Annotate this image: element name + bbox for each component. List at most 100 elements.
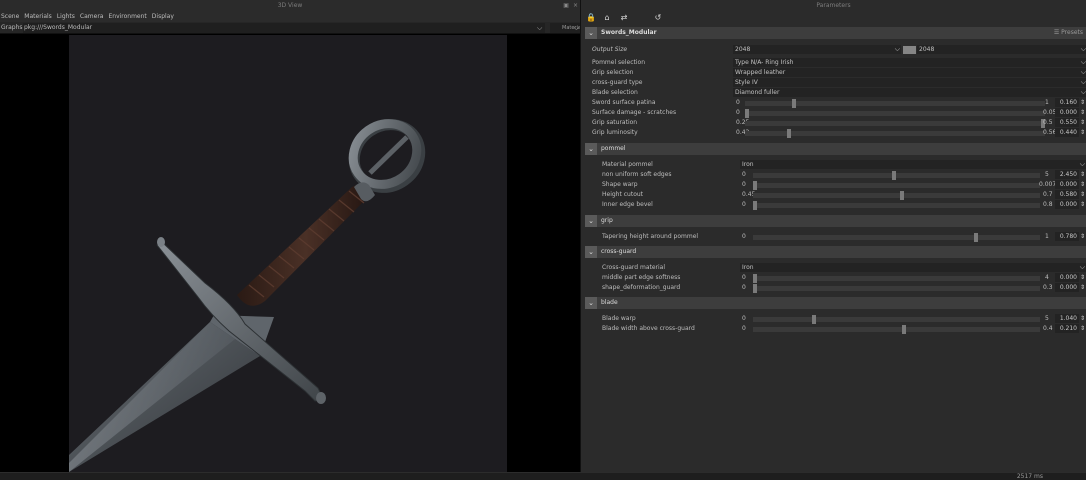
slider-thumb[interactable]: [900, 191, 904, 200]
pommel-selection-dropdown[interactable]: Type N/A- Ring Irish ⌵: [733, 58, 1086, 67]
presets-button[interactable]: ☰ Presets: [1054, 27, 1083, 39]
slider-track[interactable]: [753, 315, 1040, 324]
randomize-icon[interactable]: ⇄: [619, 13, 629, 23]
slider-value-input[interactable]: 0.210: [1055, 324, 1079, 333]
slider-track[interactable]: [745, 129, 1045, 138]
spin-icon[interactable]: ⇕: [1080, 232, 1085, 242]
spin-icon[interactable]: ⇕: [1080, 283, 1085, 293]
blade-selection-label: Blade selection: [592, 89, 638, 96]
section-header-crossguard[interactable]: ⌄ cross-guard: [585, 246, 1086, 258]
spin-icon[interactable]: ⇕: [1080, 273, 1085, 283]
slider-thumb[interactable]: [753, 201, 757, 210]
output-size-height-dropdown[interactable]: 2048 ⌵: [917, 45, 1086, 54]
slider-value-input[interactable]: 0.580: [1055, 190, 1079, 199]
spin-icon[interactable]: ⇕: [1080, 118, 1085, 128]
section-header-blade[interactable]: ⌄ blade: [585, 297, 1086, 309]
spin-icon[interactable]: ⇕: [1080, 180, 1085, 190]
chevron-down-icon: ⌵: [1080, 78, 1086, 86]
section-header-pommel[interactable]: ⌄ pommel: [585, 143, 1086, 155]
spin-icon[interactable]: ⇕: [1080, 314, 1085, 324]
lock-icon[interactable]: 🔒: [586, 13, 596, 23]
slider-value-input[interactable]: 0.000: [1055, 200, 1079, 209]
crossguard-type-dropdown[interactable]: Style IV ⌵: [733, 78, 1086, 87]
graph-path-dropdown[interactable]: pkg:///Swords_Modular: [23, 23, 545, 33]
slider-track[interactable]: [753, 274, 1040, 283]
blade-selection-row: Blade selection Diamond fuller ⌵: [592, 88, 1086, 98]
3d-viewport[interactable]: [69, 35, 507, 472]
unlock-icon[interactable]: ⌂: [602, 13, 612, 23]
material-pommel-dropdown[interactable]: Iron ⌵: [740, 160, 1086, 169]
collapse-icon[interactable]: ⌄: [585, 246, 597, 258]
collapse-icon[interactable]: ⌄: [585, 27, 597, 39]
slider-value-input[interactable]: 0.160: [1055, 98, 1079, 107]
section-header-grip[interactable]: ⌄ grip: [585, 215, 1086, 227]
slider-track[interactable]: [753, 233, 1040, 242]
menu-environment[interactable]: Environment: [108, 13, 146, 20]
slider-track[interactable]: [753, 181, 1040, 190]
slider-track[interactable]: [753, 284, 1040, 293]
chevron-down-icon[interactable]: ⌵: [537, 22, 542, 34]
slider-thumb[interactable]: [753, 284, 757, 293]
float-icon[interactable]: ▣: [563, 2, 569, 9]
slider-label: Shape warp: [602, 181, 638, 188]
slider-value-input[interactable]: 0.000: [1055, 273, 1079, 282]
slider-value-input[interactable]: 0.550: [1055, 118, 1079, 127]
spin-icon[interactable]: ⇕: [1080, 108, 1085, 118]
slider-track[interactable]: [753, 325, 1040, 334]
slider-track[interactable]: [753, 201, 1040, 210]
slider-track[interactable]: [745, 99, 1045, 108]
menu-lights[interactable]: Lights: [57, 13, 75, 20]
materials-dropdown[interactable]: Materials ⌵: [550, 23, 585, 33]
slider-value-input[interactable]: 0.440: [1055, 128, 1079, 137]
spin-icon[interactable]: ⇕: [1080, 170, 1085, 180]
slider-thumb[interactable]: [787, 129, 791, 138]
grip-wraps: [248, 190, 365, 298]
spin-icon[interactable]: ⇕: [1080, 98, 1085, 108]
crossguard-material-label: Cross-guard material: [602, 264, 666, 271]
slider-thumb[interactable]: [902, 325, 906, 334]
slider-label: Height cutout: [602, 191, 644, 198]
slider-row: middle part edge softness 0 4 0.000 ⇕: [602, 273, 1086, 283]
spin-icon[interactable]: ⇕: [1080, 190, 1085, 200]
material-pommel-row: Material pommel Iron ⌵: [602, 160, 1086, 170]
blade-selection-dropdown[interactable]: Diamond fuller ⌵: [733, 88, 1086, 97]
collapse-icon[interactable]: ⌄: [585, 143, 597, 155]
slider-label: Blade width above cross-guard: [602, 325, 695, 332]
slider-value-input[interactable]: 0.000: [1055, 180, 1079, 189]
crossguard-material-dropdown[interactable]: Iron ⌵: [740, 263, 1086, 272]
slider-thumb[interactable]: [745, 109, 749, 118]
slider-thumb[interactable]: [753, 181, 757, 190]
menu-camera[interactable]: Camera: [80, 13, 104, 20]
section-title: pommel: [601, 145, 626, 152]
output-size-width-dropdown[interactable]: 2048 ⌵: [733, 45, 901, 54]
slider-value-input[interactable]: 2.450: [1055, 170, 1079, 179]
slider-track[interactable]: [753, 171, 1040, 180]
slider-thumb[interactable]: [892, 171, 896, 180]
slider-value-input[interactable]: 0.780: [1055, 232, 1079, 241]
slider-track[interactable]: [753, 191, 1040, 200]
close-icon[interactable]: ×: [573, 2, 578, 9]
render-time: 2517 ms: [1016, 473, 1043, 480]
spin-icon[interactable]: ⇕: [1080, 324, 1085, 334]
menu-scene[interactable]: Scene: [1, 13, 19, 20]
spin-icon[interactable]: ⇕: [1080, 200, 1085, 210]
collapse-icon[interactable]: ⌄: [585, 215, 597, 227]
slider-thumb[interactable]: [753, 274, 757, 283]
slider-thumb[interactable]: [812, 315, 816, 324]
pommel-selection-label: Pommel selection: [592, 59, 645, 66]
menu-display[interactable]: Display: [152, 13, 174, 20]
slider-value-input[interactable]: 0.000: [1055, 283, 1079, 292]
link-size-toggle[interactable]: [903, 46, 916, 54]
slider-thumb[interactable]: [792, 99, 796, 108]
reset-icon[interactable]: ↺: [653, 13, 663, 23]
spin-icon[interactable]: ⇕: [1080, 128, 1085, 138]
slider-value-input[interactable]: 1.040: [1055, 314, 1079, 323]
slider-track[interactable]: [745, 109, 1045, 118]
slider-thumb[interactable]: [974, 233, 978, 242]
collapse-icon[interactable]: ⌄: [585, 297, 597, 309]
slider-value-input[interactable]: 0.000: [1055, 108, 1079, 117]
slider-track[interactable]: [745, 119, 1045, 128]
section-header-main[interactable]: ⌄ Swords_Modular ☰ Presets: [585, 27, 1086, 39]
grip-selection-dropdown[interactable]: Wrapped leather ⌵: [733, 68, 1086, 77]
menu-materials[interactable]: Materials: [24, 13, 52, 20]
